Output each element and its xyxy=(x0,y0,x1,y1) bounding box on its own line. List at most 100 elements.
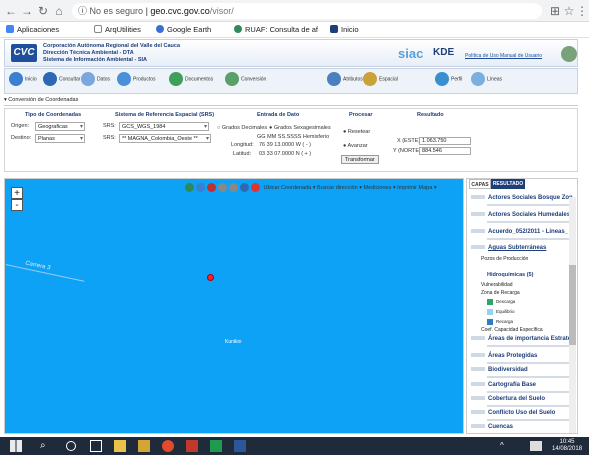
layer-item[interactable]: Vulnerabilidad xyxy=(481,282,513,288)
cortana-icon[interactable] xyxy=(66,441,76,451)
origin-select[interactable]: Geograficas xyxy=(35,122,85,131)
srs-origin-select[interactable]: GCS_WGS_1984 xyxy=(119,122,209,131)
srs-dest-label: SRS: xyxy=(103,135,116,141)
layer-item[interactable]: Áreas de importancia Estraté xyxy=(471,336,571,347)
dest-select[interactable]: Planas xyxy=(35,134,85,143)
zoom-in-button[interactable]: + xyxy=(11,187,23,199)
tool-espacial[interactable]: Espacial xyxy=(363,72,398,92)
map-tools-menus[interactable]: Ubicar Coordenada ▾ Buscar dirección ▾ M… xyxy=(264,185,437,191)
clock[interactable]: 10:45 14/08/2018 xyxy=(552,439,582,453)
reset-radio[interactable]: ● Resetear xyxy=(343,129,370,135)
file-explorer-icon[interactable] xyxy=(114,440,126,452)
place-label: Kunikio xyxy=(225,339,242,345)
transform-button[interactable]: Transformar xyxy=(341,155,379,164)
layer-item[interactable]: Actores Sociales Bosque Zon xyxy=(471,195,573,206)
tool-consultar[interactable]: Consultar xyxy=(43,72,80,92)
layer-item[interactable]: Cuencas xyxy=(471,424,513,430)
avatar[interactable] xyxy=(561,46,577,62)
layer-item[interactable]: Conflicto Uso del Suelo xyxy=(471,410,571,421)
siac-logo: siac xyxy=(398,46,424,61)
layer-item[interactable]: Coef. Capacidad Específica xyxy=(481,327,543,333)
bookmark-apps[interactable]: Aplicaciones xyxy=(6,22,59,38)
longitude-inputs[interactable]: 76 39 13.0000 W ( - ) xyxy=(259,142,311,148)
translate-icon[interactable]: ⊞ xyxy=(548,4,562,18)
mode-sexag-radio[interactable]: ● Grados Sexagesimales xyxy=(269,125,331,131)
tool-perfil[interactable]: Perfil xyxy=(435,72,462,92)
data-tool-icon xyxy=(81,72,95,86)
reload-icon[interactable]: ↻ xyxy=(36,4,50,18)
layer-item[interactable]: Zona de Recarga xyxy=(481,290,520,296)
layer-item[interactable]: Acuerdo_052/2011 - Lineas_ xyxy=(471,229,571,240)
zoom-icon[interactable] xyxy=(218,183,227,192)
tab-results[interactable]: RESULTADO xyxy=(491,179,525,189)
zoom-out-button[interactable]: - xyxy=(11,199,23,211)
layer-item[interactable]: Cobertura del Suelo xyxy=(471,396,571,407)
layer-item[interactable]: Biodiversidad xyxy=(471,367,571,378)
pan-icon[interactable] xyxy=(229,183,238,192)
tool-atributos[interactable]: Atributos xyxy=(327,72,363,92)
home-map-icon[interactable] xyxy=(196,183,205,192)
bookmark-inicio[interactable]: Inicio xyxy=(330,22,359,38)
excel-icon[interactable] xyxy=(210,440,222,452)
map-tools: Ubicar Coordenada ▾ Buscar dirección ▾ M… xyxy=(185,183,437,195)
info-icon: ⓘ xyxy=(78,6,90,16)
corp-line-3: Sistema de Información Ambiental - SIA xyxy=(43,57,148,63)
advance-radio[interactable]: ● Avanzar xyxy=(343,143,368,149)
este-field[interactable]: 1.063.750 xyxy=(419,137,471,145)
map-canvas[interactable]: Ubicar Coordenada ▾ Buscar dirección ▾ M… xyxy=(4,178,464,434)
address-bar[interactable]: ⓘ No es seguro | geo.cvc.gov.co/visor/ xyxy=(72,3,542,19)
tool-inicio[interactable]: Inicio xyxy=(9,72,37,92)
page-icon xyxy=(94,25,102,33)
products-tool-icon xyxy=(117,72,131,86)
pdf-icon[interactable] xyxy=(186,440,198,452)
home-icon[interactable]: ⌂ xyxy=(52,4,66,18)
identify-icon[interactable] xyxy=(240,183,249,192)
task-view-icon[interactable] xyxy=(90,440,102,452)
bookmark-arqutilities[interactable]: ArqUtilities xyxy=(94,22,141,38)
norte-field[interactable]: 884.546 xyxy=(419,147,471,155)
mode-decimal-radio[interactable]: ○ Grados Decimales xyxy=(217,125,267,131)
tool-documentos[interactable]: Documentos xyxy=(169,72,213,92)
layer-item[interactable]: Actores Sociales Humedales xyxy=(471,212,571,223)
clear-icon[interactable] xyxy=(251,183,260,192)
back-map-icon[interactable] xyxy=(207,183,216,192)
back-icon[interactable]: ← xyxy=(4,4,18,18)
header-links[interactable]: Política de Uso Manual de Usuario xyxy=(465,53,542,59)
word-icon[interactable] xyxy=(234,440,246,452)
location-marker[interactable] xyxy=(207,274,214,281)
ruaf-icon xyxy=(234,25,242,33)
tray-icons[interactable]: ^ ▭ ♪ xyxy=(500,440,512,474)
legend-swatch xyxy=(487,299,493,305)
layer-item[interactable]: Hidroquímicas (5) xyxy=(487,272,533,278)
globe-icon[interactable] xyxy=(185,183,194,192)
clock-time: 10:45 xyxy=(559,439,575,445)
layer-item[interactable]: Pozos de Producción xyxy=(481,256,528,262)
tool-conversion[interactable]: Conversión xyxy=(225,72,266,92)
notification-icon[interactable] xyxy=(530,441,542,451)
tool-productos[interactable]: Productos xyxy=(117,72,156,92)
search-icon[interactable]: ⌕ xyxy=(40,440,52,452)
bookmark-google-earth[interactable]: Google Earth xyxy=(156,22,211,38)
tool-datos[interactable]: Datos xyxy=(81,72,110,92)
bookmark-ruaf[interactable]: RUAF: Consulta de af xyxy=(234,22,318,38)
lines-tool-icon xyxy=(471,72,485,86)
layer-item[interactable]: Cartografía Base xyxy=(471,382,571,393)
layers-scroll-thumb[interactable] xyxy=(569,265,576,345)
query-tool-icon xyxy=(43,72,57,86)
folder-icon[interactable] xyxy=(138,440,150,452)
windows-start-icon[interactable] xyxy=(10,440,22,452)
forward-icon[interactable]: → xyxy=(20,4,34,18)
srs-dest-select[interactable]: ** MAGNA_Colombia_Oeste ** xyxy=(119,134,211,143)
tab-layers[interactable]: CAPAS xyxy=(469,179,491,189)
tool-lineas[interactable]: Líneas xyxy=(471,72,502,92)
documents-tool-icon xyxy=(169,72,183,86)
conversion-title[interactable]: ▾ Conversión de Coordenadas xyxy=(4,97,578,106)
kde-logo: KDE xyxy=(433,47,455,58)
latitude-inputs[interactable]: 03 33 07.0000 N ( + ) xyxy=(259,151,311,157)
legend-item: Recarga xyxy=(487,319,513,325)
layer-item[interactable]: Áreas Protegidas xyxy=(471,353,571,364)
star-icon[interactable]: ☆ xyxy=(562,4,576,18)
layer-group[interactable]: Aguas Subterráneas xyxy=(471,245,546,251)
chrome-icon[interactable] xyxy=(162,440,174,452)
menu-icon[interactable]: ⋮ xyxy=(576,4,588,18)
